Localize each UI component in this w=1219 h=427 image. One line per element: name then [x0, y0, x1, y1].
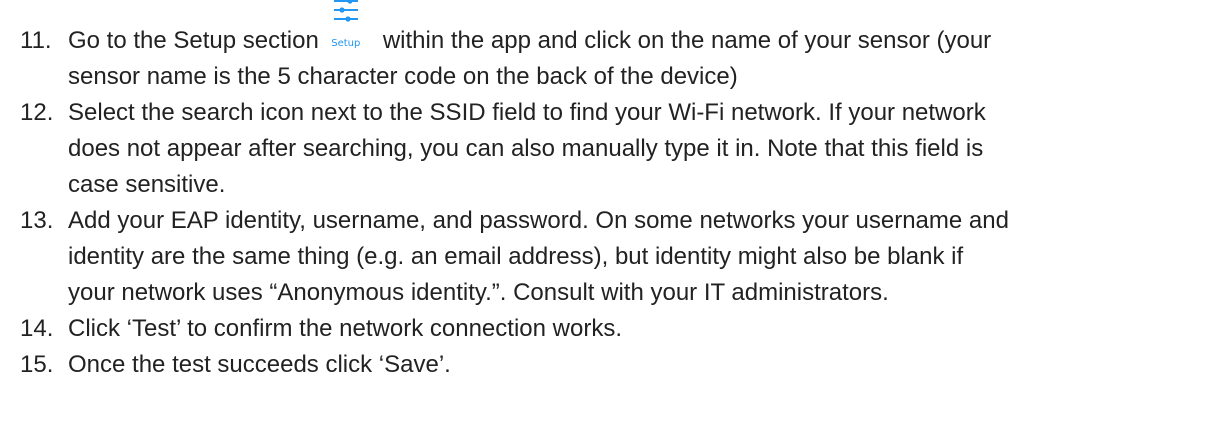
step-line: does not appear after searching, you can… [68, 135, 984, 162]
step-11: 11. Go to the Setup section Setup within … [20, 0, 1210, 95]
step-number: 14. [20, 315, 54, 342]
step-number: 13. [20, 207, 54, 234]
tune-sliders-icon [333, 0, 358, 22]
step-number: 11. [20, 27, 52, 54]
setup-icon-caption: Setup [331, 38, 361, 49]
step-line: identity are the same thing (e.g. an ema… [68, 243, 964, 270]
step-line: case sensitive. [68, 171, 226, 198]
step-line: Select the search icon next to the SSID … [68, 99, 986, 126]
setup-nav-icon: Setup [321, 0, 375, 59]
step-line: Add your EAP identity, username, and pas… [68, 207, 1009, 234]
step-line: sensor name is the 5 character code on t… [68, 63, 738, 90]
step-14: 14. Click ‘Test’ to confirm the network … [20, 311, 1210, 347]
step-line: Once the test succeeds click ‘Save’. [68, 351, 451, 378]
step-12: 12. Select the search icon next to the S… [20, 95, 1210, 203]
step-13: 13. Add your EAP identity, username, and… [20, 203, 1210, 311]
step-number: 12. [20, 99, 54, 126]
step-line: your network uses “Anonymous identity.”.… [68, 279, 889, 306]
step-15: 15. Once the test succeeds click ‘Save’. [20, 347, 1210, 383]
step-line: Click ‘Test’ to confirm the network conn… [68, 315, 622, 342]
step-line: Go to the Setup section Setup within the … [68, 0, 1210, 59]
step-number: 15. [20, 351, 54, 378]
